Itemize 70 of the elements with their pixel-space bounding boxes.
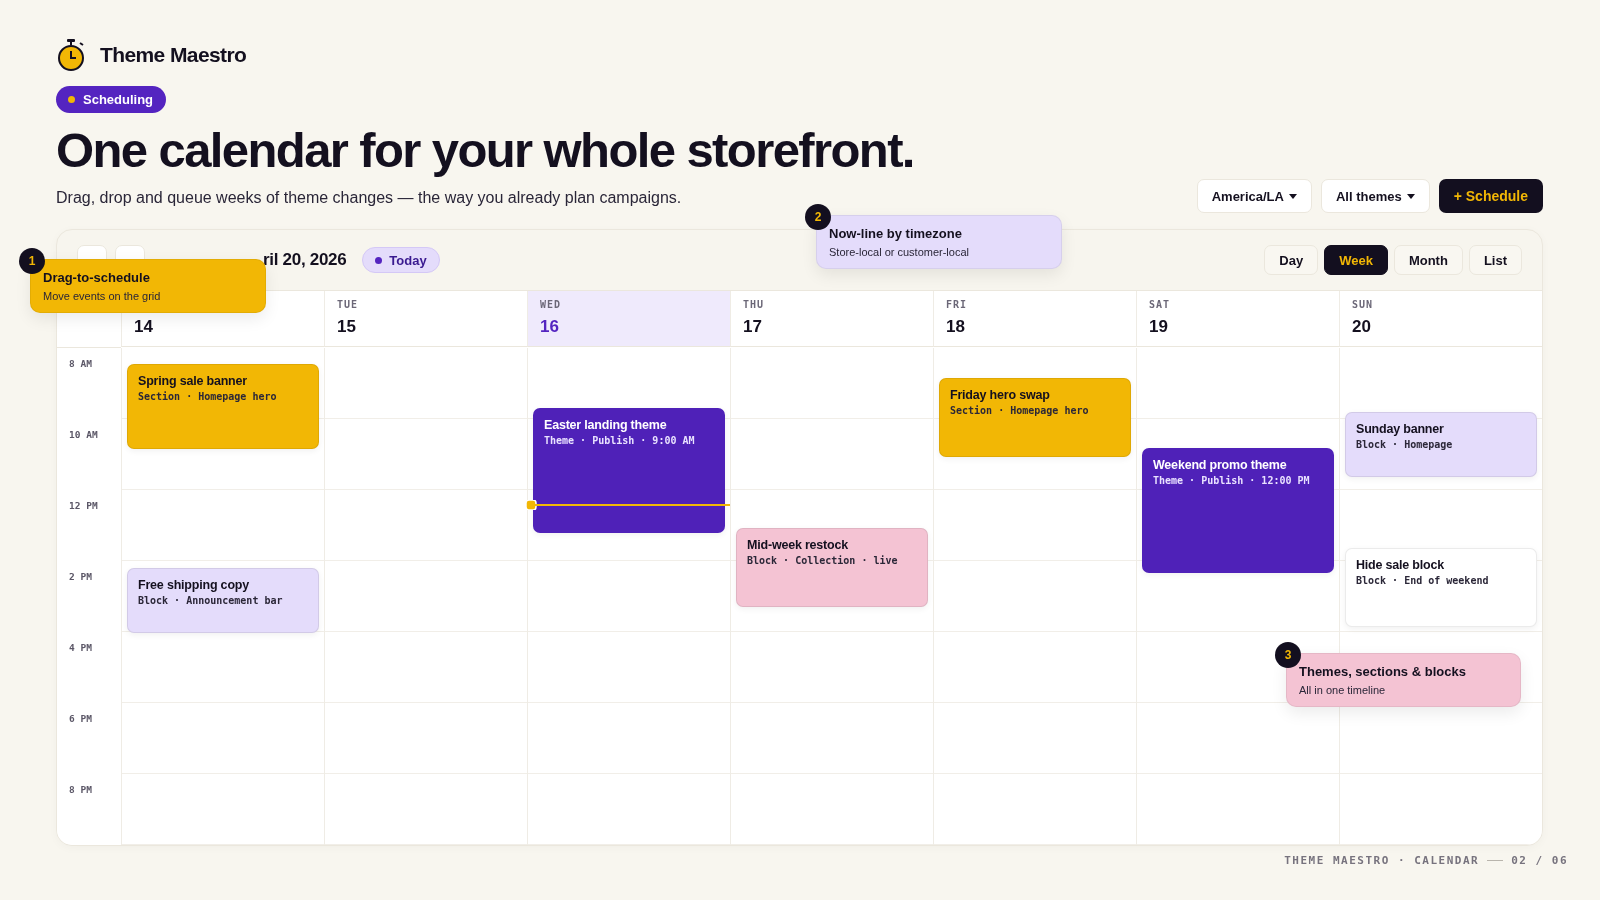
event-meta: Section · Homepage hero [950, 405, 1090, 416]
day-date: 17 [743, 317, 763, 337]
day-date: 19 [1149, 317, 1169, 337]
step-number: 1 [19, 248, 45, 274]
event-meta: Theme · Publish · 9:00 AM [544, 435, 696, 446]
date-range: ril 20, 2026 [263, 250, 347, 270]
weekday-label: THU [743, 299, 766, 312]
event-card[interactable]: Free shipping copy Block · Announcement bar [127, 568, 319, 633]
event-meta: Block · Announcement bar [138, 595, 284, 606]
event-card[interactable]: Hide sale block Block · End of weekend [1345, 548, 1537, 627]
event-meta: Theme · Publish · 12:00 PM [1153, 475, 1311, 486]
step-number: 2 [805, 204, 831, 230]
weekday-label: TUE [337, 299, 360, 312]
today-button[interactable]: Today [362, 247, 440, 273]
event-title: Weekend promo theme [1153, 458, 1288, 472]
hour-label: 6 PM [69, 713, 92, 724]
callout-text: Store-local or customer-local [829, 246, 970, 258]
event-title: Easter landing theme [544, 418, 668, 432]
event-title: Mid-week restock [747, 538, 849, 552]
subtitle: Drag, drop and queue weeks of theme changes — the way you already plan campaigns. [56, 189, 682, 207]
event-card[interactable]: Sunday banner Block · Homepage [1345, 412, 1537, 477]
filter-dropdown[interactable]: All themes [1320, 179, 1430, 213]
category-chip: Scheduling [56, 86, 167, 113]
event-meta: Section · Homepage hero [138, 391, 278, 402]
hour-label: 8 AM [69, 358, 92, 369]
event-meta: Block · Collection · live [747, 555, 899, 566]
hour-label: 4 PM [69, 642, 92, 653]
stopwatch-icon [56, 38, 86, 72]
event-title: Hide sale block [1356, 558, 1445, 572]
view-tab[interactable]: Month [1393, 245, 1463, 275]
hour-label: 8 PM [69, 784, 92, 795]
footer-label: THEME MAESTRO · CALENDAR [1284, 854, 1480, 867]
view-tab[interactable]: Week [1324, 245, 1388, 275]
event-card[interactable]: Weekend promo theme Theme · Publish · 12:00 PM [1142, 448, 1334, 573]
event-card[interactable]: Spring sale banner Section · Homepage hero [127, 364, 319, 449]
weekday-label: SUN [1352, 299, 1375, 312]
caret-icon [1288, 193, 1297, 199]
weekday-label: FRI [946, 299, 969, 312]
filter-dropdown[interactable]: America/LA [1196, 179, 1312, 213]
callout-title: Now-line by timezone [829, 226, 963, 241]
callout-text: All in one timeline [1299, 684, 1387, 696]
event-title: Sunday banner [1356, 422, 1445, 436]
event-meta: Block · Homepage [1356, 439, 1454, 450]
brand-name: Theme Maestro [100, 43, 247, 67]
hour-label: 12 PM [69, 500, 98, 511]
callout-title: Drag-to-schedule [43, 270, 151, 285]
weekday-label: SAT [1149, 299, 1172, 312]
day-date: 20 [1352, 317, 1372, 337]
headline: One calendar for your whole storefront. [56, 122, 915, 179]
view-tab[interactable]: Day [1264, 245, 1319, 275]
day-date: 18 [946, 317, 966, 337]
day-date: 15 [337, 317, 357, 337]
weekday-label: WED [540, 299, 563, 312]
callout-text: Move events on the grid [43, 290, 162, 302]
event-title: Spring sale banner [138, 374, 248, 388]
page-number: 02 / 06 [1511, 854, 1568, 867]
event-card[interactable]: Mid-week restock Block · Collection · live [736, 528, 928, 607]
caret-icon [1406, 193, 1415, 199]
callout-title: Themes, sections & blocks [1299, 664, 1467, 679]
event-card[interactable]: Friday hero swap Section · Homepage hero [939, 378, 1131, 457]
event-meta: Block · End of weekend [1356, 575, 1490, 586]
day-date: 14 [134, 317, 154, 337]
event-title: Friday hero swap [950, 388, 1051, 402]
hour-label: 10 AM [69, 429, 98, 440]
event-title: Free shipping copy [138, 578, 250, 592]
day-date: 16 [540, 317, 560, 337]
schedule-button[interactable]: + Schedule [1438, 179, 1543, 213]
hour-label: 2 PM [69, 571, 92, 582]
event-card[interactable]: Easter landing theme Theme · Publish · 9:00 AM [533, 408, 725, 533]
view-tab[interactable]: List [1468, 245, 1522, 275]
